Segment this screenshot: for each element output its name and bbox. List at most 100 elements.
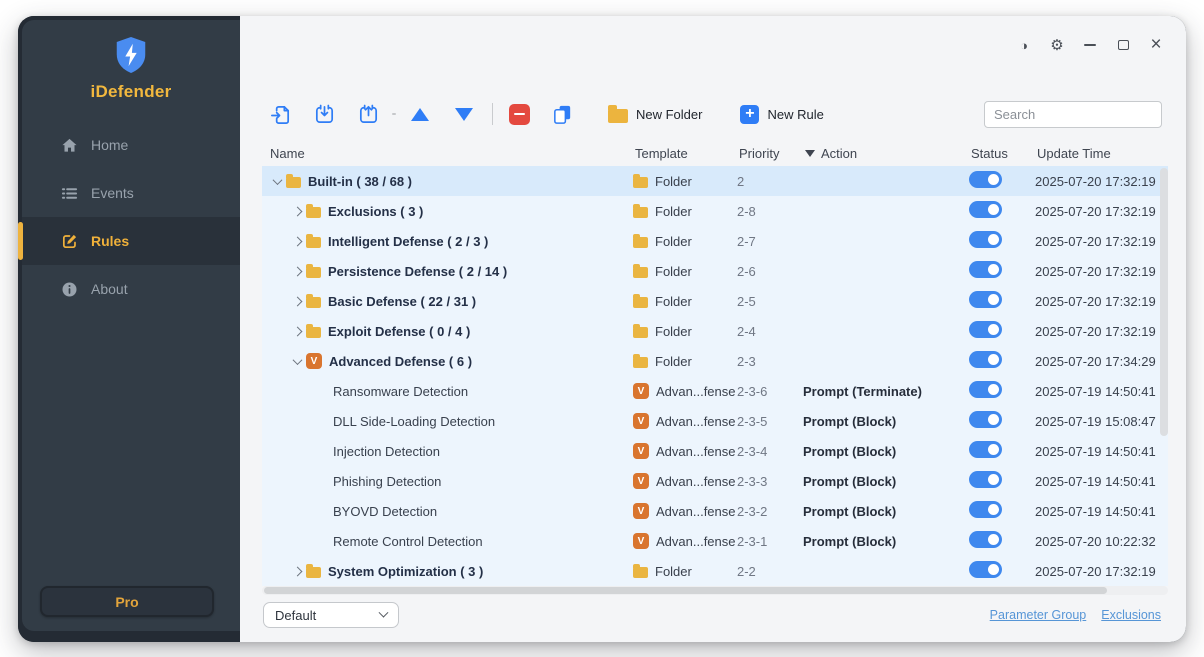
move-down-button[interactable] <box>452 102 476 126</box>
status-toggle[interactable] <box>969 531 1002 548</box>
status-toggle[interactable] <box>969 231 1002 248</box>
table-row[interactable]: BYOVD DetectionVAdvan...fense2-3-2Prompt… <box>262 496 1168 526</box>
delete-button[interactable] <box>509 104 530 125</box>
row-name-label: Intelligent Defense ( 2 / 3 ) <box>328 234 488 249</box>
expander-chevron-right-icon[interactable] <box>288 238 306 245</box>
template-label: Advan...fense <box>656 474 736 489</box>
expander-chevron-down-icon[interactable] <box>288 358 306 365</box>
horizontal-scrollbar-thumb[interactable] <box>264 587 1107 594</box>
update-time-cell: 2025-07-20 17:32:19 <box>1035 234 1168 249</box>
sidebar-item-rules[interactable]: Rules <box>22 217 240 265</box>
status-toggle[interactable] <box>969 201 1002 218</box>
status-toggle[interactable] <box>969 381 1002 398</box>
sidebar-item-events[interactable]: Events <box>22 169 240 217</box>
table-row[interactable]: Exploit Defense ( 0 / 4 )Folder2-42025-0… <box>262 316 1168 346</box>
status-toggle[interactable] <box>969 441 1002 458</box>
expander-chevron-down-icon[interactable] <box>268 178 286 185</box>
table-row[interactable]: VAdvanced Defense ( 6 )Folder2-32025-07-… <box>262 346 1168 376</box>
vertical-scrollbar-thumb[interactable] <box>1160 168 1168 436</box>
v-badge-icon: V <box>306 353 322 369</box>
move-up-button[interactable] <box>408 102 432 126</box>
maximize-button[interactable] <box>1115 37 1131 53</box>
preset-select[interactable]: Default <box>263 602 399 628</box>
status-toggle[interactable] <box>969 291 1002 308</box>
template-label: Folder <box>655 324 692 339</box>
vertical-scrollbar[interactable] <box>1160 166 1168 586</box>
status-toggle[interactable] <box>969 501 1002 518</box>
folder-icon <box>633 567 648 578</box>
status-toggle[interactable] <box>969 351 1002 368</box>
table-row[interactable]: Exclusions ( 3 ) Folder2-8 2025-07-20 17:3… <box>262 196 1168 226</box>
new-folder-icon <box>608 109 628 123</box>
table-row[interactable]: Intelligent Defense ( 2 / 3 )Folder2-720… <box>262 226 1168 256</box>
table-row[interactable]: Remote Control DetectionVAdvan...fense2-… <box>262 526 1168 556</box>
expander-chevron-right-icon[interactable] <box>288 208 306 215</box>
table-row[interactable]: Injection DetectionVAdvan...fense2-3-4Pr… <box>262 436 1168 466</box>
pro-button-label: Pro <box>115 594 138 610</box>
template-label: Advan...fense <box>656 444 736 459</box>
export-button[interactable] <box>356 102 380 126</box>
column-header-template[interactable]: Template <box>633 146 737 161</box>
column-header-status[interactable]: Status <box>969 146 1035 161</box>
sidebar-item-label: Home <box>91 137 128 153</box>
horizontal-scrollbar[interactable] <box>262 586 1168 595</box>
template-cell: Folder <box>633 204 737 219</box>
priority-cell: 2-8 <box>737 204 803 219</box>
minimize-button[interactable] <box>1082 37 1098 53</box>
sidebar-item-home[interactable]: Home <box>22 121 240 169</box>
new-folder-button[interactable]: New Folder <box>608 106 702 123</box>
pro-button[interactable]: Pro <box>40 586 214 617</box>
name-cell: DLL Side-Loading Detection <box>262 406 633 436</box>
table-row[interactable]: DLL Side-Loading DetectionVAdvan...fense… <box>262 406 1168 436</box>
priority-cell: 2-3-4 <box>737 444 803 459</box>
table-row[interactable]: System Optimization ( 3 )Folder2-22025-0… <box>262 556 1168 586</box>
duplicate-button[interactable] <box>550 102 574 126</box>
action-cell: Prompt (Terminate) <box>803 384 969 399</box>
status-toggle[interactable] <box>969 561 1002 578</box>
table-row[interactable]: Phishing DetectionVAdvan...fense2-3-3Pro… <box>262 466 1168 496</box>
import-rule-file-button[interactable] <box>268 102 292 126</box>
status-toggle[interactable] <box>969 171 1002 188</box>
status-toggle[interactable] <box>969 411 1002 428</box>
table-row[interactable]: Ransomware DetectionVAdvan...fense2-3-6P… <box>262 376 1168 406</box>
row-name-label: Ransomware Detection <box>333 384 468 399</box>
status-toggle[interactable] <box>969 261 1002 278</box>
action-cell: Prompt (Block) <box>803 414 969 429</box>
column-header-update-time[interactable]: Update Time <box>1035 146 1168 161</box>
folder-icon <box>306 327 321 338</box>
import-button[interactable] <box>312 102 336 126</box>
search-input[interactable] <box>984 101 1162 128</box>
exclusions-link[interactable]: Exclusions <box>1101 608 1161 622</box>
status-toggle[interactable] <box>969 471 1002 488</box>
expander-chevron-right-icon[interactable] <box>288 328 306 335</box>
chevron-down-icon <box>379 607 389 617</box>
settings-gear-icon[interactable]: ⚙ <box>1049 37 1065 53</box>
name-cell: Exploit Defense ( 0 / 4 ) <box>262 316 633 346</box>
column-header-action[interactable]: Action <box>803 146 969 161</box>
table-row[interactable]: Basic Defense ( 22 / 31 )Folder2-52025-0… <box>262 286 1168 316</box>
new-rule-button[interactable]: + New Rule <box>740 105 823 124</box>
status-toggle[interactable] <box>969 321 1002 338</box>
parameter-group-link[interactable]: Parameter Group <box>990 608 1087 622</box>
sidebar-item-about[interactable]: About <box>22 265 240 313</box>
action-cell: Prompt (Block) <box>803 504 969 519</box>
info-icon <box>60 280 78 298</box>
close-button[interactable]: × <box>1148 37 1164 53</box>
table-row[interactable]: Built-in ( 38 / 68 )Folder22025-07-20 17… <box>262 166 1168 196</box>
table-row[interactable]: Persistence Defense ( 2 / 14 )Folder2-62… <box>262 256 1168 286</box>
column-header-name[interactable]: Name <box>262 146 633 161</box>
expander-chevron-right-icon[interactable] <box>288 268 306 275</box>
row-name-label: Exclusions ( 3 ) <box>328 204 423 219</box>
update-time-cell: 2025-07-20 17:32:19 <box>1035 204 1168 219</box>
folder-icon <box>633 357 648 368</box>
theme-toggle-icon[interactable]: ◑ <box>1016 37 1032 53</box>
name-cell: System Optimization ( 3 ) <box>262 556 633 586</box>
plus-icon: + <box>740 105 759 124</box>
status-cell <box>969 261 1035 281</box>
update-time-cell: 2025-07-20 17:32:19 <box>1035 174 1168 189</box>
expander-chevron-right-icon[interactable] <box>288 568 306 575</box>
column-header-priority[interactable]: Priority <box>737 146 803 161</box>
update-time-cell: 2025-07-20 17:32:19 <box>1035 294 1168 309</box>
update-time-cell: 2025-07-20 17:34:29 <box>1035 354 1168 369</box>
expander-chevron-right-icon[interactable] <box>288 298 306 305</box>
